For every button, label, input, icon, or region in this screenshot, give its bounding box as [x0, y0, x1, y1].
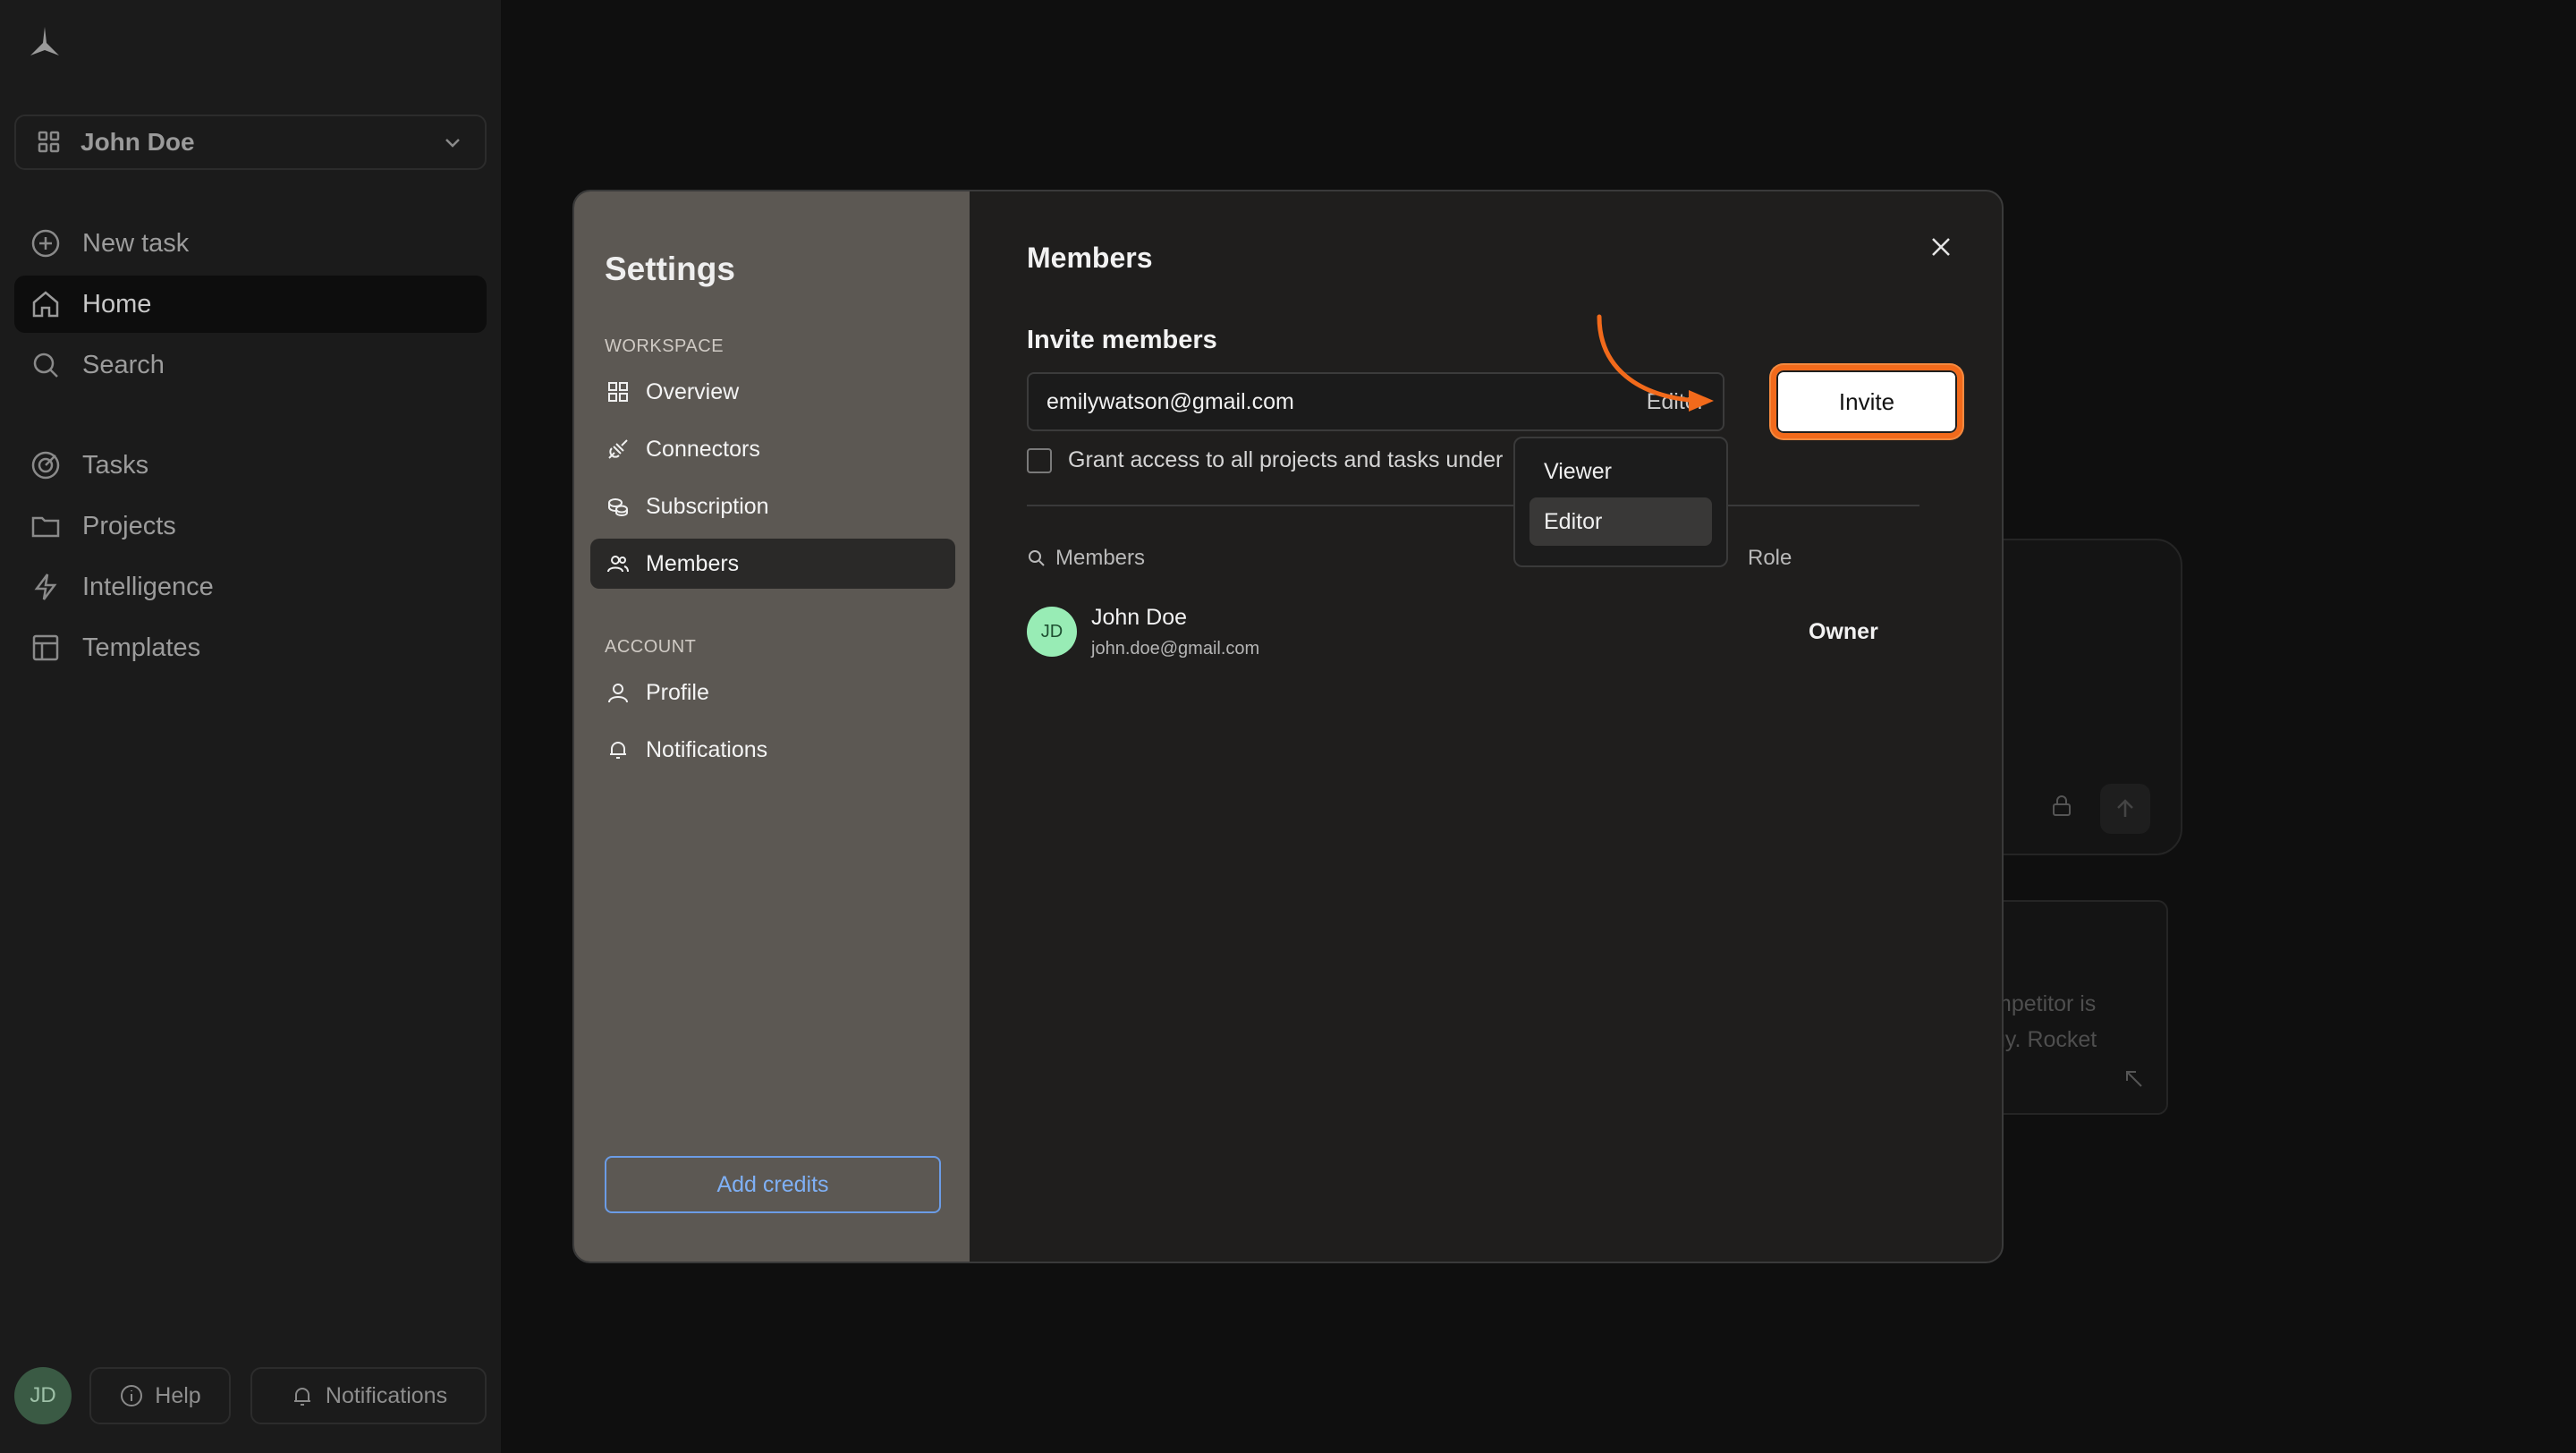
arrow-up-icon — [2117, 799, 2133, 817]
settings-item-label: Overview — [646, 378, 740, 404]
layout-icon — [32, 634, 59, 661]
nav-home[interactable]: Home — [14, 276, 487, 333]
target-icon — [31, 451, 60, 480]
folder-icon — [31, 516, 60, 538]
role-option-editor[interactable]: Editor — [1530, 497, 1712, 546]
nav-tasks[interactable]: Tasks — [14, 437, 487, 494]
nav-label: Intelligence — [82, 572, 214, 601]
settings-item-subscription[interactable]: Subscription — [590, 481, 955, 531]
nav-intelligence[interactable]: Intelligence — [14, 558, 487, 616]
grid-icon — [38, 131, 60, 153]
nav-label: Projects — [82, 511, 176, 540]
role-dropdown: Viewer Editor — [1513, 437, 1728, 567]
role-column-header: Role — [1748, 546, 1792, 570]
settings-item-label: Notifications — [646, 736, 768, 762]
notifications-button[interactable]: Notifications — [250, 1367, 487, 1424]
settings-title: Settings — [605, 251, 735, 287]
app-root: John Doe New task Home Search Tasks Proj… — [0, 0, 2576, 1453]
member-avatar: JD — [1027, 607, 1077, 657]
nav-search[interactable]: Search — [14, 336, 487, 394]
home-icon — [32, 291, 59, 318]
info-icon — [121, 1385, 143, 1406]
nav-label: Templates — [82, 633, 201, 662]
settings-item-connectors[interactable]: Connectors — [590, 424, 955, 474]
grant-access-checkbox[interactable] — [1027, 447, 1052, 473]
invite-button[interactable]: Invite — [1771, 365, 1962, 438]
settings-item-label: Subscription — [646, 493, 769, 519]
invite-members-title: Invite members — [1027, 326, 1217, 354]
settings-item-profile[interactable]: Profile — [590, 667, 955, 718]
help-label: Help — [155, 1382, 201, 1408]
account-section-label: ACCOUNT — [605, 637, 697, 657]
plug-icon — [608, 439, 628, 459]
member-role: Owner — [1809, 619, 1878, 644]
bell-icon — [293, 1388, 310, 1406]
help-button[interactable]: Help — [89, 1367, 231, 1424]
user-icon — [608, 684, 628, 703]
workspace-section-label: WORKSPACE — [605, 336, 724, 356]
settings-item-overview[interactable]: Overview — [590, 367, 955, 417]
settings-sidebar: Settings WORKSPACE Overview Connectors S… — [574, 191, 970, 1262]
coins-icon — [608, 498, 628, 517]
workspace-name: John Doe — [80, 128, 195, 156]
nav-label: Home — [82, 289, 152, 319]
invite-email-value[interactable]: emilywatson@gmail.com — [1046, 389, 1647, 415]
annotation-arrow-icon — [1597, 314, 1714, 412]
settings-item-members[interactable]: Members — [590, 539, 955, 589]
user-avatar[interactable]: JD — [14, 1367, 72, 1424]
role-option-viewer[interactable]: Viewer — [1530, 447, 1712, 496]
search-icon — [1029, 550, 1045, 566]
members-column-header[interactable]: Members — [1027, 546, 1145, 571]
grant-access-label: Grant access to all projects and tasks u… — [1068, 447, 1504, 472]
workspace-switcher[interactable]: John Doe — [14, 115, 487, 170]
settings-item-notifications[interactable]: Notifications — [590, 725, 955, 775]
logo-icon[interactable] — [27, 25, 63, 61]
sidebar-footer: JD Help Notifications — [14, 1367, 487, 1424]
nav-new-task[interactable]: New task — [14, 215, 487, 272]
app-sidebar: John Doe New task Home Search Tasks Proj… — [0, 0, 501, 1453]
add-credits-button[interactable]: Add credits — [605, 1156, 941, 1213]
members-title: Members — [1027, 242, 1153, 274]
settings-modal: Settings WORKSPACE Overview Connectors S… — [572, 190, 2004, 1263]
members-panel: Members Invite members emilywatson@gmail… — [970, 191, 2002, 1262]
bell-icon — [610, 742, 626, 759]
divider — [1027, 505, 1919, 506]
users-icon — [607, 556, 629, 573]
lock-icon — [2053, 795, 2071, 816]
settings-item-label: Members — [646, 550, 740, 576]
grid-icon — [608, 382, 628, 402]
member-name: John Doe — [1091, 605, 1188, 630]
chevron-down-icon — [445, 139, 460, 148]
nav-label: Search — [82, 350, 165, 379]
arrow-up-left-icon — [2126, 1071, 2142, 1087]
settings-item-label: Profile — [646, 679, 709, 705]
settings-item-label: Connectors — [646, 436, 760, 462]
nav-templates[interactable]: Templates — [14, 619, 487, 676]
notifications-label: Notifications — [325, 1382, 448, 1408]
nav-label: Tasks — [82, 450, 149, 480]
member-email: john.doe@gmail.com — [1091, 639, 1260, 659]
send-button[interactable] — [2100, 784, 2150, 834]
nav-label: New task — [82, 228, 190, 258]
plus-circle-icon — [31, 229, 60, 258]
nav-projects[interactable]: Projects — [14, 497, 487, 555]
close-icon[interactable] — [1923, 229, 1959, 265]
lightning-icon — [34, 574, 57, 600]
suggestion-text: mpetitor is gy. Rocket — [1993, 991, 2097, 1052]
search-icon — [33, 353, 58, 378]
grant-access-option[interactable]: Grant access to all projects and tasks u… — [1027, 447, 1503, 473]
